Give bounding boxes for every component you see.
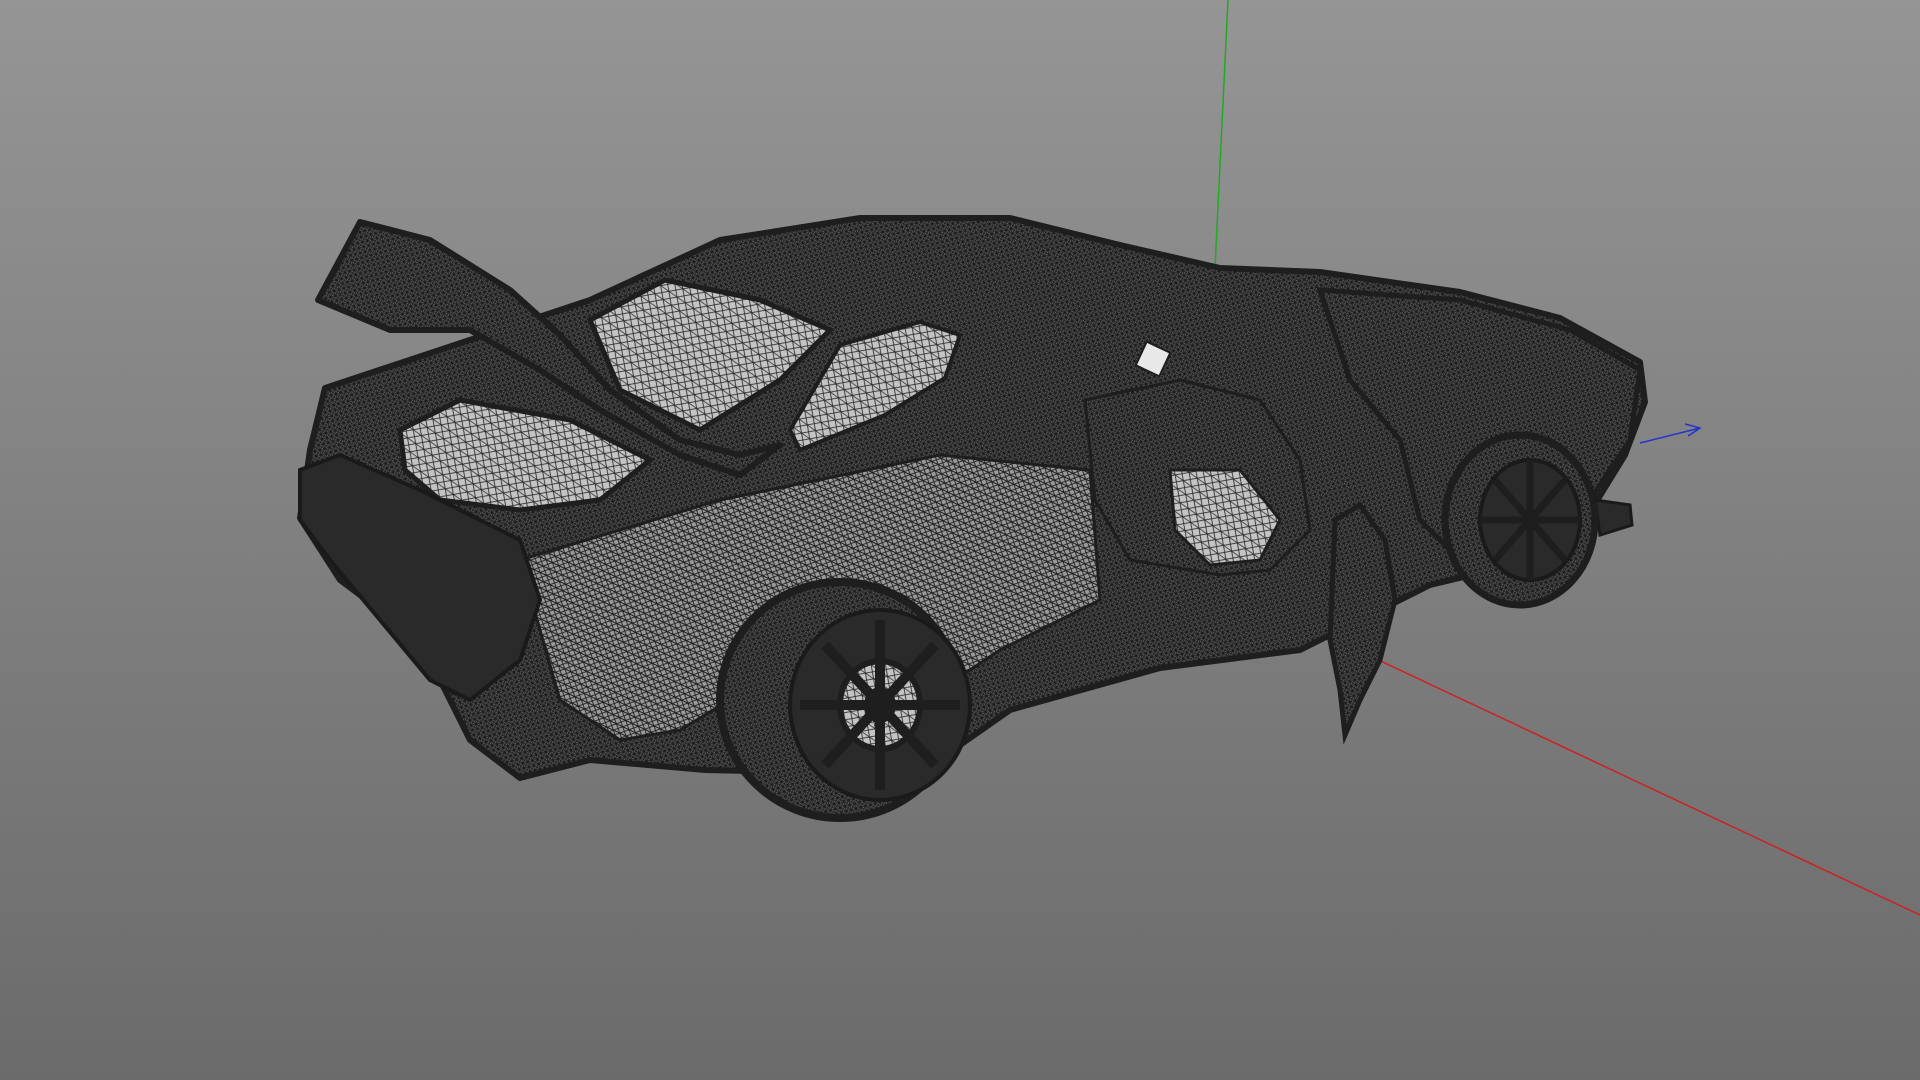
3d-viewport[interactable] (0, 0, 1920, 1080)
car-wireframe-model[interactable] (297, 215, 1648, 822)
z-axis-line (1639, 427, 1701, 444)
car-open-door (1327, 501, 1398, 745)
scene-canvas[interactable] (0, 0, 1920, 1080)
car-rear-diffuser (1593, 498, 1634, 537)
car-rear-wheel (1441, 431, 1599, 609)
